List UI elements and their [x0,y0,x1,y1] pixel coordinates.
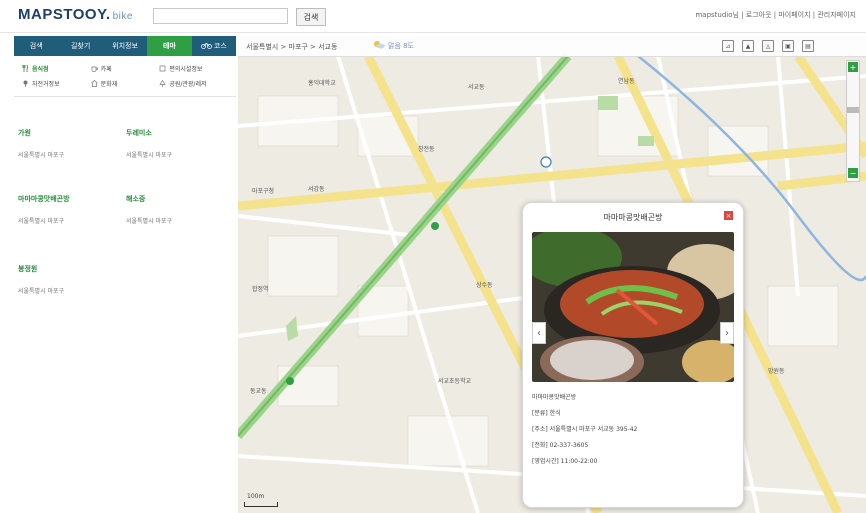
place-popup: 마마마콩맛배곤방 × ‹ › 마마마콩맛배곤방 [분류] 한식 [주소] 서울특… [522,202,744,508]
map-breadcrumb[interactable]: 서울특별시 > 마포구 > 서교동 [246,42,337,52]
result-address: 서울특별시 마포구 [18,152,65,159]
category-bike-info[interactable]: 자전거정보 [22,79,91,88]
tab-course[interactable]: 코스 [192,36,236,56]
map-label: 서교동 [468,84,485,91]
place-details: 마마마콩맛배곤방 [분류] 한식 [주소] 서울특별시 마포구 서교동 395-… [532,390,637,470]
close-icon[interactable]: × [724,211,733,220]
place-address: [주소] 서울특별시 마포구 서교동 395-42 [532,426,638,433]
tab-theme[interactable]: 테마 [147,36,192,56]
map-label: 동교동 [250,388,267,395]
map-label: 서강동 [308,186,325,193]
zoom-out-icon[interactable]: − [848,168,858,178]
radius-icon[interactable]: ◬ [762,40,774,52]
map-view[interactable]: 서울특별시 > 마포구 > 서교동 맑음 8도 ⊿ ▲ ◬ ▣ ▤ + − 홍익… [238,36,866,513]
tab-location[interactable]: 위치정보 [103,36,147,56]
result-address: 서울특별시 마포구 [18,288,65,295]
map-label: 마포구청 [252,188,275,195]
map-label: 창전동 [418,146,435,153]
prev-photo-button[interactable]: ‹ [532,322,546,344]
category-label: 음식점 [32,66,49,73]
header: MAPSTOOY. bike 검색 mapstudio님 | 로그아웃 | 마이페… [0,0,866,33]
search-input[interactable] [153,8,288,24]
map-scale: 100m [244,493,278,507]
search-button[interactable]: 검색 [296,8,326,26]
result-name: 두레미소 [126,129,152,137]
logo-subtext: bike [112,11,133,22]
bike-info-icon [22,80,29,87]
category-park[interactable]: 공원/관광/레저 [159,79,228,88]
area-icon[interactable]: ▲ [742,40,754,52]
list-item[interactable]: 두레미소 서울특별시 마포구 [126,128,226,190]
category-label: 자전거정보 [32,81,60,88]
weather-text: 맑음 8도 [388,41,414,50]
scale-text: 100m [247,493,265,500]
list-item[interactable]: 가원 서울특별시 마포구 [18,128,118,190]
category-label: 문화재 [100,81,118,88]
zoom-slider-handle[interactable] [847,107,859,113]
place-category: [분류] 한식 [532,410,561,417]
map-label: 망원동 [768,368,785,375]
zoom-control[interactable]: + − [846,60,860,182]
tab-directions[interactable]: 길찾기 [58,36,102,56]
distance-icon[interactable]: ⊿ [722,40,734,52]
map-label: 상수동 [476,282,493,289]
category-facility[interactable]: 편의시설정보 [159,64,228,73]
result-address: 서울특별시 마포구 [126,218,173,225]
print-icon[interactable]: ▤ [802,40,814,52]
place-hours: [영업시간] 11:00-22:00 [532,458,598,465]
place-photo: ‹ › [532,232,734,382]
map-label: 홍익대학교 [308,80,336,87]
save-icon[interactable]: ▣ [782,40,794,52]
restaurant-icon [22,64,29,72]
food-photo [532,232,734,382]
park-icon [159,79,166,87]
result-name: 가원 [18,129,31,137]
category-restaurant[interactable]: 음식점 [22,64,91,73]
result-name: 마마마콩맛배곤방 [18,195,70,203]
map-label: 연남동 [618,78,635,85]
logo[interactable]: MAPSTOOY. bike [18,6,133,23]
place-phone[interactable]: [전화] 02-337-3605 [532,438,637,454]
result-name: 봉정원 [18,265,38,273]
weather-widget: 맑음 8도 [373,40,414,51]
category-label: 카페 [100,66,112,73]
next-photo-button[interactable]: › [720,322,734,344]
facility-icon [159,65,166,72]
sidebar-tabs: 검색 길찾기 위치정보 테마 코스 [14,36,236,56]
map-label: 서교초등학교 [438,378,472,385]
top-links[interactable]: mapstudio님 | 로그아웃 | 마이페이지 | 관리자페이지 [695,10,856,20]
list-item[interactable]: 마마마콩맛배곤방 서울특별시 마포구 [18,194,118,256]
weather-icon [373,40,385,51]
map-toolbar: 서울특별시 > 마포구 > 서교동 맑음 8도 ⊿ ▲ ◬ ▣ ▤ [238,36,866,57]
popup-title: 마마마콩맛배곤방 [603,213,663,222]
map-label: 합정역 [252,286,269,293]
tab-course-label: 코스 [213,42,227,50]
heritage-icon [90,80,98,87]
result-address: 서울특별시 마포구 [18,218,65,225]
category-cafe[interactable]: 카페 [91,64,160,73]
category-list: 음식점 카페 편의시설정보 자전거정보 문화재 공원/관광/레저 [14,56,236,97]
cafe-icon [91,65,98,72]
category-heritage[interactable]: 문화재 [90,79,160,88]
zoom-in-icon[interactable]: + [848,62,858,72]
place-name: 마마마콩맛배곤방 [532,394,577,401]
sidebar: 검색 길찾기 위치정보 테마 코스 음식점 카페 편의시설정보 자전거정보 문화… [14,36,236,513]
logo-text: MAPSTOOY. [18,6,111,23]
category-label: 편의시설정보 [169,66,203,73]
list-item[interactable]: 봉정원 서울특별시 마포구 [18,264,118,326]
list-item[interactable]: 해소중 서울특별시 마포구 [126,194,226,256]
bike-icon [200,42,212,51]
category-label: 공원/관광/레저 [169,81,207,88]
map-tools: ⊿ ▲ ◬ ▣ ▤ [722,40,814,52]
result-address: 서울특별시 마포구 [126,152,173,159]
result-name: 해소중 [126,195,146,203]
tab-search[interactable]: 검색 [14,36,58,56]
